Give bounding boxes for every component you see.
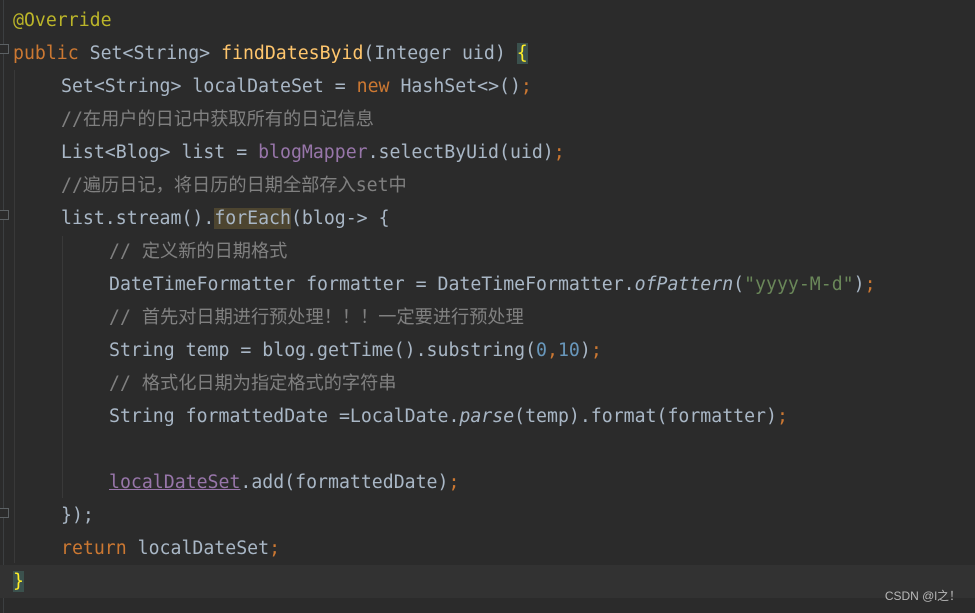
comment: // 首先对日期进行预处理！！！一定要进行预处理 (109, 307, 524, 328)
semicolon: ; (269, 538, 281, 559)
code-line-17: return localDateSet; (0, 532, 975, 565)
method-foreach: forEach (214, 208, 291, 229)
code-text: list.stream(). (61, 208, 215, 229)
code-text: List<Blog> list = (61, 142, 259, 163)
code-text: (blog-> { (290, 208, 390, 229)
keyword-public: public (13, 43, 79, 64)
semicolon: ; (590, 340, 602, 361)
code-line-5: List<Blog> list = blogMapper.selectByUid… (0, 136, 975, 169)
code-text: .selectByUid(uid) (367, 142, 554, 163)
code-line-12: // 格式化日期为指定格式的字符串 (0, 367, 975, 400)
keyword-new: new (356, 76, 390, 97)
string-literal: "yyyy-M-d" (744, 274, 854, 295)
method-name: findDatesByid (221, 43, 364, 64)
code-text: DateTimeFormatter formatter = DateTimeFo… (109, 274, 635, 295)
method-ofpattern: ofPattern (634, 274, 734, 295)
comment: //在用户的日记中获取所有的日记信息 (61, 109, 374, 130)
code-line-13: String formattedDate =LocalDate.parse(te… (0, 400, 975, 433)
code-text: localDateSet (126, 538, 270, 559)
watermark: CSDN @l之！ (884, 589, 961, 603)
semicolon: ; (448, 472, 460, 493)
comment: // 定义新的日期格式 (109, 241, 288, 262)
method-parse: parse (459, 406, 515, 427)
semicolon: ; (776, 406, 788, 427)
code-text: }); (61, 505, 94, 526)
semicolon: ; (520, 76, 532, 97)
matched-brace-close: } (13, 571, 24, 592)
number-literal: 0 (536, 340, 547, 361)
code-text: ) (579, 340, 591, 361)
code-text: Set<String> (78, 43, 222, 64)
code-line-9: DateTimeFormatter formatter = DateTimeFo… (0, 268, 975, 301)
code-line-2: public Set<String> findDatesByid(Integer… (0, 37, 975, 70)
code-editor[interactable]: @Override public Set<String> findDatesBy… (0, 0, 975, 613)
code-text: ( (733, 274, 745, 295)
code-text: String formattedDate =LocalDate. (109, 406, 460, 427)
code-line-1: @Override (0, 4, 975, 37)
code-line-15: localDateSet.add(formattedDate); (0, 466, 975, 499)
matched-brace-open: { (516, 43, 528, 64)
comment: //遍历日记，将日历的日期全部存入set中 (61, 175, 407, 196)
code-line-10: // 首先对日期进行预处理！！！一定要进行预处理 (0, 301, 975, 334)
semicolon: ; (864, 274, 876, 295)
code-line-11: String temp = blog.getTime().substring(0… (0, 334, 975, 367)
variable-localdateset: localDateSet (109, 472, 241, 493)
code-text: Set<String> localDateSet = (61, 76, 357, 97)
comment: // 格式化日期为指定格式的字符串 (109, 373, 397, 394)
number-literal: 10 (557, 340, 580, 361)
code-line-18: } (0, 565, 975, 598)
semicolon: ; (553, 142, 565, 163)
code-text: ) (853, 274, 865, 295)
code-text: .add(formattedDate) (240, 472, 449, 493)
code-line-7: list.stream().forEach(blog-> { (0, 202, 975, 235)
code-line-6: //遍历日记，将日历的日期全部存入set中 (0, 169, 975, 202)
annotation-override: @Override (13, 10, 112, 31)
code-text: (temp).format(formatter) (514, 406, 777, 427)
code-line-8: // 定义新的日期格式 (0, 235, 975, 268)
field-blogmapper: blogMapper (258, 142, 368, 163)
code-text: (Integer uid) (363, 43, 517, 64)
code-line-16: }); (0, 499, 975, 532)
code-line-3: Set<String> localDateSet = new HashSet<>… (0, 70, 975, 103)
code-line-4: //在用户的日记中获取所有的日记信息 (0, 103, 975, 136)
keyword-return: return (61, 538, 127, 559)
code-text: HashSet<>() (389, 76, 521, 97)
comma: , (547, 340, 558, 361)
code-text: String temp = blog.getTime().substring( (109, 340, 537, 361)
